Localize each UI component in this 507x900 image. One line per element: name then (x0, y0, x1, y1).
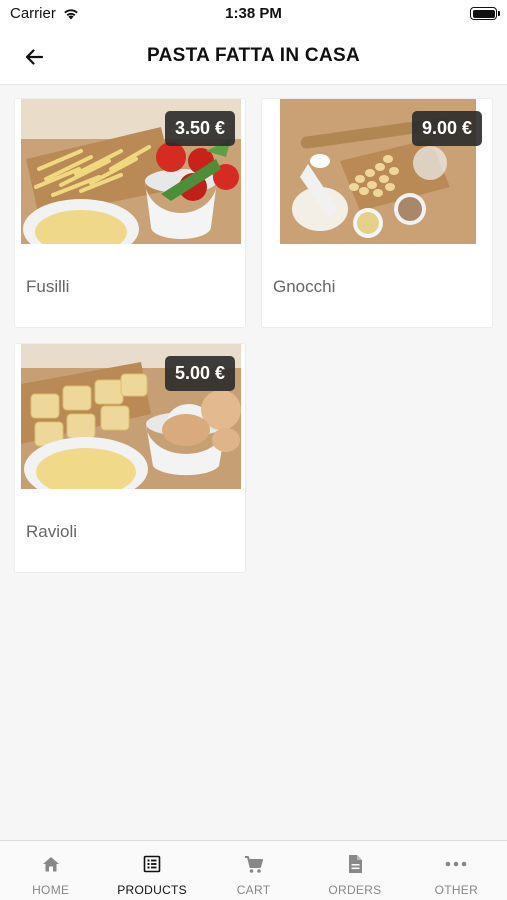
tab-other[interactable]: OTHER (406, 841, 507, 900)
product-card-fusilli[interactable]: 3.50 € Fusilli (14, 98, 246, 328)
product-name: Ravioli (26, 522, 78, 541)
more-icon (446, 861, 467, 867)
tab-label: CART (236, 883, 271, 897)
cart-icon (244, 855, 263, 873)
tab-label: ORDERS (328, 883, 382, 897)
product-card-ravioli[interactable]: 5.00 € Ravioli (14, 343, 246, 573)
product-card-gnocchi[interactable]: 9.00 € Gnocchi (261, 98, 493, 328)
tab-bar: HOME PRODUCTS CART ORDERS OTHER (0, 840, 507, 900)
navigation-bar: PASTA FATTA IN CASA (0, 28, 507, 85)
tab-cart[interactable]: CART (203, 841, 304, 900)
status-time: 1:38 PM (225, 5, 282, 22)
battery-icon (470, 7, 500, 20)
tab-label: PRODUCTS (117, 883, 187, 897)
status-bar: Carrier 1:38 PM (0, 0, 507, 28)
list-icon (143, 855, 161, 873)
page-title: PASTA FATTA IN CASA (147, 45, 360, 66)
tab-home[interactable]: HOME (0, 841, 101, 900)
price-badge: 9.00 € (411, 111, 482, 146)
product-name: Gnocchi (273, 277, 336, 296)
tab-orders[interactable]: ORDERS (304, 841, 405, 900)
home-icon (42, 857, 59, 872)
tab-products[interactable]: PRODUCTS (101, 841, 202, 900)
price-badge: 3.50 € (164, 111, 235, 146)
price-badge: 5.00 € (164, 356, 235, 391)
tab-label: OTHER (434, 883, 479, 897)
tab-label: HOME (32, 883, 70, 897)
product-name: Fusilli (26, 277, 70, 296)
document-icon (348, 855, 362, 873)
